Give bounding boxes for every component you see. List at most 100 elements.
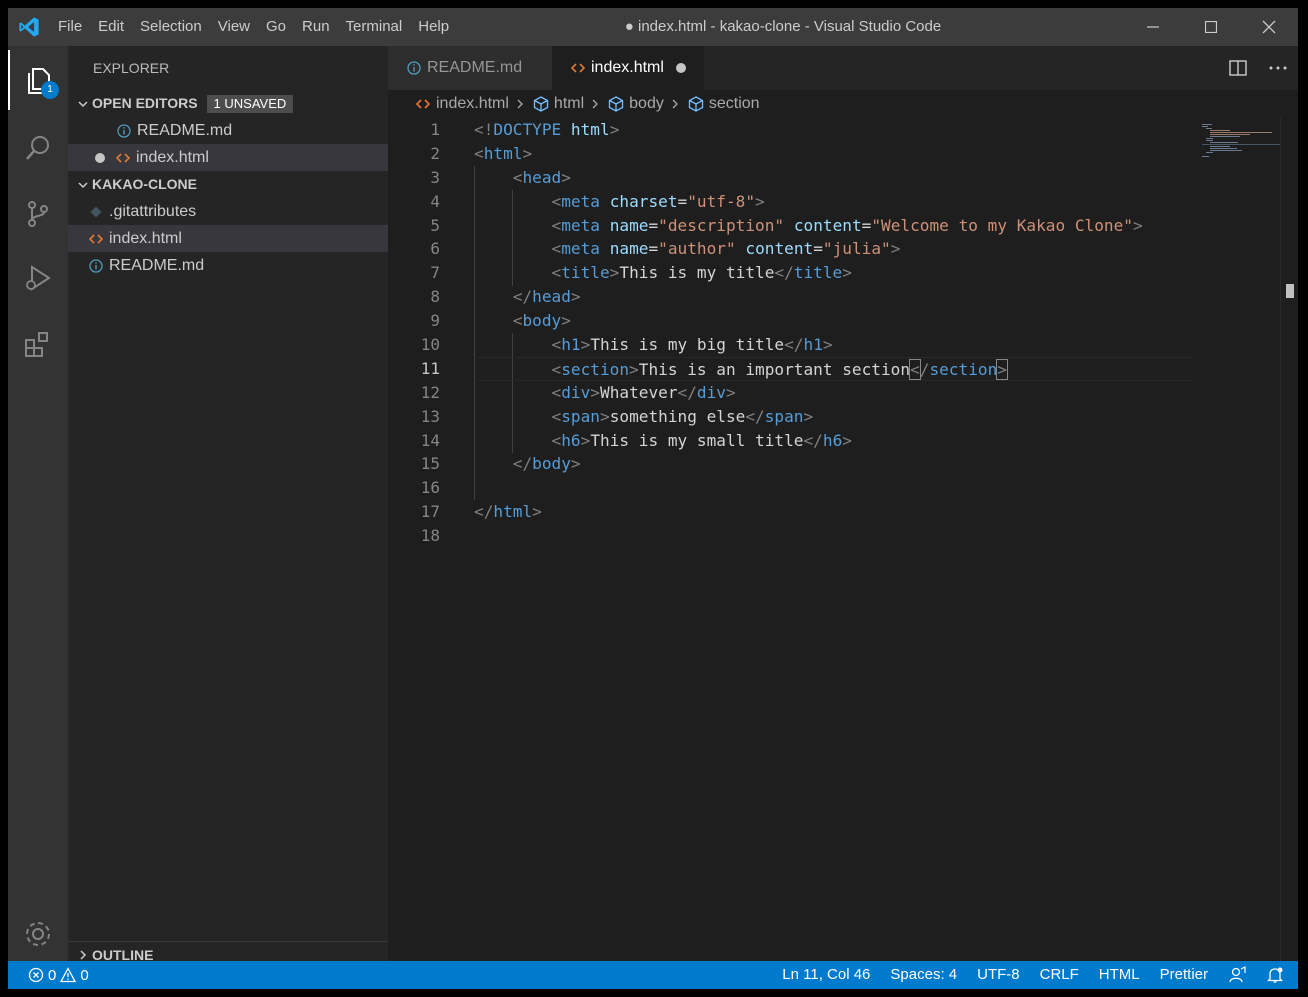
menu-bar: File Edit Selection View Go Run Terminal…: [50, 8, 457, 46]
open-editors-label: OPEN EDITORS: [92, 95, 198, 111]
html-icon: [86, 225, 106, 252]
activity-run-debug[interactable]: [8, 248, 68, 308]
error-icon: [28, 967, 44, 983]
vertical-scrollbar[interactable]: [1280, 118, 1294, 961]
close-icon: [1262, 20, 1276, 34]
tab-label: README.md: [427, 59, 523, 76]
breadcrumb-label: body: [629, 95, 664, 112]
warning-icon: [60, 967, 77, 983]
code-line: <body>: [512, 311, 571, 331]
code-editor[interactable]: 1 2 3 4 5 6 7 8 9 10 11 12 13 14 15 16 17 18 <!DOCTYPE ht…: [388, 118, 1298, 961]
menu-run[interactable]: Run: [294, 8, 338, 46]
symbol-element-icon: [686, 91, 706, 118]
open-editor-index-html[interactable]: index.html: [68, 144, 388, 171]
activity-search[interactable]: [8, 118, 68, 178]
tab-index-html[interactable]: index.html: [552, 46, 704, 90]
file-label: README.md: [109, 257, 205, 274]
breadcrumb-section[interactable]: section: [686, 91, 760, 118]
breadcrumb-file[interactable]: index.html: [413, 91, 509, 118]
line-number: 12: [420, 382, 440, 402]
menu-view[interactable]: View: [210, 8, 258, 46]
editor-tab-bar: README.md index.html: [388, 46, 1298, 90]
unsaved-dot-icon[interactable]: [675, 63, 686, 73]
breadcrumb-html[interactable]: html: [531, 91, 584, 118]
line-number: 6: [430, 239, 440, 259]
line-number: 17: [420, 502, 440, 522]
breadcrumb-label: section: [708, 95, 760, 112]
notifications-button[interactable]: [1256, 961, 1298, 989]
feedback-button[interactable]: [1218, 961, 1256, 989]
open-editor-readme[interactable]: README.md: [68, 117, 388, 144]
search-icon: [26, 136, 49, 160]
source-control-icon: [28, 201, 48, 227]
info-icon: [404, 55, 424, 82]
file-gitattributes[interactable]: .gitattributes: [68, 198, 388, 225]
menu-edit[interactable]: Edit: [90, 8, 132, 46]
language-mode[interactable]: HTML: [1089, 961, 1150, 989]
line-number: 1: [430, 120, 440, 139]
chevron-right-icon: [515, 98, 525, 110]
folder-header[interactable]: KAKAO-CLONE: [68, 171, 388, 198]
html-icon: [568, 55, 588, 82]
line-number: 7: [430, 263, 440, 283]
file-readme[interactable]: README.md: [68, 252, 388, 279]
file-label: .gitattributes: [109, 203, 197, 220]
code-line: <meta name="author" content="julia">: [551, 239, 901, 259]
code-line: </html>: [474, 502, 542, 522]
cursor-position-marker: [1286, 284, 1294, 298]
tab-readme[interactable]: README.md: [388, 46, 552, 90]
menu-file[interactable]: File: [50, 8, 90, 46]
vscode-window: File Edit Selection View Go Run Terminal…: [8, 8, 1298, 989]
info-icon: [114, 117, 134, 144]
minimize-icon: [1147, 26, 1159, 28]
gear-icon: [26, 922, 50, 946]
formatter[interactable]: Prettier: [1150, 961, 1218, 989]
html-icon: [113, 144, 133, 171]
activity-source-control[interactable]: [8, 184, 68, 244]
split-editor-button[interactable]: [1218, 46, 1258, 90]
breadcrumb: index.html html body section: [388, 90, 1298, 118]
code-lines[interactable]: <!DOCTYPE html> <html> <head> <meta char…: [474, 118, 1194, 548]
code-line: <h6>This is my small title</h6>: [551, 430, 852, 450]
line-number: 15: [420, 454, 440, 474]
code-line: </head>: [512, 287, 581, 307]
symbol-element-icon: [531, 91, 551, 118]
explorer-badge: 1: [41, 81, 59, 99]
code-line: <h1>This is my big title</h1>: [551, 335, 833, 355]
indentation[interactable]: Spaces: 4: [880, 961, 967, 989]
more-actions-button[interactable]: [1258, 46, 1298, 90]
html-icon: [413, 91, 433, 118]
title-bar: File Edit Selection View Go Run Terminal…: [8, 8, 1298, 46]
unsaved-dot-icon: [95, 152, 105, 163]
info-icon: [86, 252, 106, 279]
activity-manage[interactable]: [8, 904, 68, 964]
encoding[interactable]: UTF-8: [967, 961, 1030, 989]
vscode-logo-icon: [8, 8, 50, 46]
menu-go[interactable]: Go: [258, 8, 294, 46]
activity-explorer[interactable]: 1: [8, 50, 68, 110]
code-line-current: <section>This is an important section</s…: [474, 356, 1194, 381]
end-of-line[interactable]: CRLF: [1030, 961, 1089, 989]
open-editors-header[interactable]: OPEN EDITORS 1 UNSAVED: [68, 90, 388, 117]
bell-icon: [1266, 967, 1284, 983]
breadcrumb-body[interactable]: body: [606, 91, 664, 118]
maximize-icon: [1205, 21, 1217, 33]
maximize-button[interactable]: [1182, 8, 1240, 46]
close-button[interactable]: [1240, 8, 1298, 46]
activity-extensions[interactable]: [8, 314, 68, 374]
cursor-position[interactable]: Ln 11, Col 46: [772, 961, 880, 989]
menu-help[interactable]: Help: [410, 8, 457, 46]
minimap[interactable]: [1202, 124, 1280, 164]
line-number: 13: [420, 406, 440, 426]
line-number: 18: [420, 526, 440, 546]
line-number-gutter: 1 2 3 4 5 6 7 8 9 10 11 12 13 14 15 16 17 18: [388, 118, 468, 548]
problems-indicator[interactable]: 0 0: [8, 967, 89, 984]
minimize-button[interactable]: [1124, 8, 1182, 46]
line-number: 10: [420, 335, 440, 355]
menu-terminal[interactable]: Terminal: [338, 8, 411, 46]
git-icon: [86, 198, 106, 225]
file-index-html[interactable]: index.html: [68, 225, 388, 252]
menu-selection[interactable]: Selection: [132, 8, 210, 46]
line-number: 8: [430, 287, 440, 307]
